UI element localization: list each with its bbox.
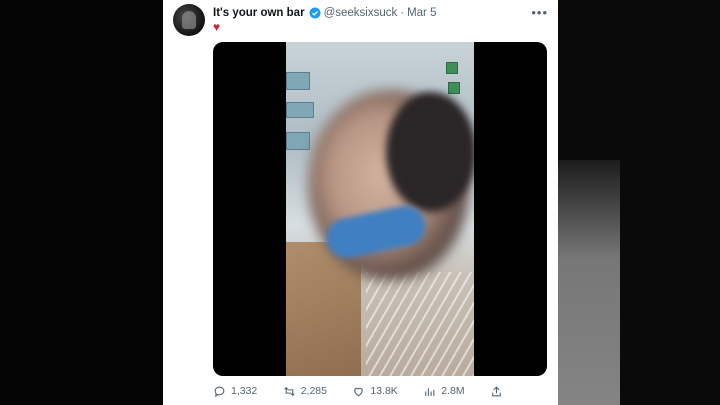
views-count: 2.8M [441, 385, 465, 397]
reply-count: 1,332 [231, 385, 258, 397]
more-options-icon[interactable]: ••• [531, 5, 548, 20]
header-separator: · [400, 7, 405, 19]
repost-count: 2,285 [300, 385, 327, 397]
views-icon [425, 387, 435, 396]
tweet-text: ♥ [213, 20, 221, 34]
reply-icon [214, 386, 225, 397]
user-handle[interactable]: @seeksixsuck [324, 7, 398, 19]
tweet-date[interactable]: Mar 5 [407, 7, 436, 19]
media-photo [286, 42, 474, 376]
like-icon [354, 387, 364, 396]
avatar[interactable] [173, 4, 205, 36]
repost-icon [283, 386, 295, 396]
repost-button[interactable]: 2,285 [283, 385, 327, 398]
like-count: 13.8K [370, 385, 398, 397]
reply-button[interactable]: 1,332 [213, 385, 257, 398]
share-icon [492, 385, 501, 396]
views-button[interactable]: 2.8M [423, 385, 465, 398]
tweet-card: It's your own bar @seeksixsuck · Mar 5 •… [163, 0, 558, 405]
like-button[interactable]: 13.8K [352, 385, 398, 398]
background-photo-edge [558, 160, 620, 405]
tweet-actions: 1,332 2,285 13.8K 2.8M [213, 382, 503, 400]
tweet-header: It's your own bar @seeksixsuck · Mar 5 •… [213, 5, 548, 21]
tweet-media[interactable] [213, 42, 547, 376]
verified-badge-icon [309, 7, 321, 19]
display-name[interactable]: It's your own bar [213, 7, 305, 19]
left-backdrop [0, 0, 163, 405]
share-button[interactable] [490, 385, 503, 398]
